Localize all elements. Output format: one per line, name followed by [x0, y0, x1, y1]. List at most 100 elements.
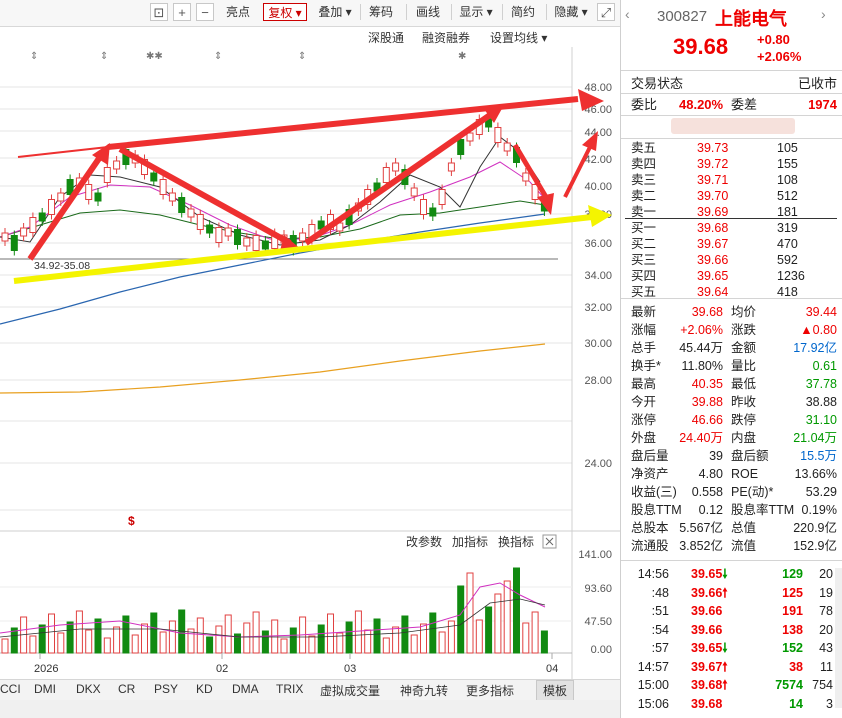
- book-row[interactable]: 卖三 39.71 108: [631, 172, 837, 189]
- tick-row[interactable]: 15:06 39.68 14 3: [629, 696, 833, 713]
- indicator-edit-button[interactable]: 改参数: [406, 534, 442, 549]
- toolbar-simple-button[interactable]: 简约: [506, 3, 540, 21]
- book-level-label: 卖二: [631, 189, 657, 203]
- candle-body: [206, 224, 214, 234]
- stat-label: 金额: [731, 341, 757, 355]
- tick-row[interactable]: 15:00 39.68🠕 7574 754: [629, 677, 833, 694]
- book-level-label: 买一: [631, 221, 657, 235]
- forward-icon[interactable]: ›: [821, 6, 826, 22]
- tick-scrollbar[interactable]: [835, 568, 842, 708]
- zoom-in-icon[interactable]: +: [173, 3, 191, 21]
- tab-psy[interactable]: PSY: [154, 682, 178, 696]
- tick-price: 39.65🠗: [691, 567, 728, 581]
- hk-connect-link[interactable]: 深股通: [368, 29, 404, 46]
- tab-dma[interactable]: DMA: [232, 682, 259, 696]
- margin-trading-link[interactable]: 融资融券: [422, 29, 470, 46]
- lock-icon[interactable]: ⊡: [150, 3, 168, 21]
- tick-volume: 14: [789, 696, 803, 711]
- stat-label: 净资产: [631, 467, 669, 481]
- stat-label: 收益(三): [631, 485, 677, 499]
- toolbar-display-button[interactable]: 显示 ▾: [455, 3, 497, 21]
- kline-chart[interactable]: 48.00 46.00 44.00 42.00 40.00 38.00 36.0…: [0, 47, 620, 679]
- toolbar-adjust-button[interactable]: 复权 ▾: [263, 3, 307, 21]
- stat-value: 24.40万: [679, 431, 723, 445]
- tab-dmi[interactable]: DMI: [34, 682, 56, 696]
- tab-template[interactable]: 模板: [536, 680, 575, 701]
- event-marker[interactable]: ⇕: [214, 51, 222, 62]
- book-volume: 1236: [777, 269, 805, 283]
- candle-body: [261, 240, 269, 250]
- back-icon[interactable]: ‹: [625, 6, 630, 22]
- tick-row[interactable]: 14:56 39.65🠗 129 20: [629, 566, 833, 583]
- range-label: 34.92-35.08: [34, 260, 90, 272]
- stats-table: 最新 39.68 均价 39.44 涨幅 +2.06% 涨跌 ▲0.80 总手 45.44万 金额 1…: [621, 300, 842, 558]
- toolbar-divider: [360, 4, 361, 20]
- fullscreen-icon[interactable]: ⤢: [597, 3, 615, 21]
- tab-more-indicators[interactable]: 更多指标: [466, 682, 514, 699]
- book-level-label: 买五: [631, 285, 657, 299]
- tick-row[interactable]: :57 39.65🠗 152 43: [629, 640, 833, 657]
- ma-settings-button[interactable]: 设置均线 ▾: [490, 29, 547, 46]
- stat-label: 外盘: [631, 431, 657, 445]
- book-row[interactable]: 买一 39.68 319: [631, 220, 837, 237]
- zoom-out-icon[interactable]: −: [196, 3, 214, 21]
- book-row[interactable]: 卖二 39.70 512: [631, 188, 837, 205]
- stat-value: 17.92亿: [793, 341, 837, 355]
- tab-virtual-volume[interactable]: 虚拟成交量: [320, 682, 380, 699]
- candle-body: [252, 235, 260, 251]
- volume-bars: [1, 567, 548, 654]
- book-row[interactable]: 买三 39.66 592: [631, 252, 837, 269]
- volume-bar: [1, 638, 9, 654]
- book-row[interactable]: 买四 39.65 1236: [631, 268, 837, 285]
- trade-status-value: 已收市: [797, 76, 837, 91]
- tab-cr[interactable]: CR: [118, 682, 135, 696]
- volume-bar: [196, 617, 204, 654]
- close-indicator-icon[interactable]: [542, 534, 557, 549]
- volume-bar: [410, 634, 418, 654]
- book-row[interactable]: 卖五 39.73 105: [631, 140, 837, 157]
- indicator-add-button[interactable]: 加指标: [452, 534, 488, 549]
- tick-price: 39.67🠕: [691, 659, 728, 674]
- toolbar-hide-button[interactable]: 隐藏 ▾: [550, 3, 592, 21]
- book-row[interactable]: 卖四 39.72 155: [631, 156, 837, 173]
- event-marker[interactable]: ⇕: [30, 51, 38, 62]
- toolbar-draw-button[interactable]: 画线: [411, 3, 445, 21]
- divider: [621, 298, 842, 299]
- event-marker[interactable]: ⇕: [298, 51, 306, 62]
- tab-trix[interactable]: TRIX: [276, 682, 303, 696]
- volume-bar: [224, 614, 232, 654]
- tab-cci[interactable]: CCI: [0, 682, 21, 696]
- volume-bar: [159, 631, 167, 654]
- tab-kd[interactable]: KD: [196, 682, 213, 696]
- indicator-switch-button[interactable]: 换指标: [498, 534, 534, 549]
- tick-row[interactable]: :54 39.66 138 20: [629, 622, 833, 639]
- event-marker[interactable]: ✱: [458, 51, 466, 62]
- stats-row: 股息TTM 0.12 股息率TTM 0.19%: [631, 502, 837, 519]
- tick-row[interactable]: :48 39.66🠕 125 19: [629, 585, 833, 602]
- candle-body: [38, 212, 46, 222]
- tab-magic-nine[interactable]: 神奇九转: [400, 682, 448, 699]
- event-marker[interactable]: ✱✱: [146, 51, 163, 62]
- book-row[interactable]: 买二 39.67 470: [631, 236, 837, 253]
- toolbar-chips-button[interactable]: 筹码: [364, 3, 398, 21]
- tick-volume: 152: [782, 641, 803, 655]
- toolbar-highlight-button[interactable]: 亮点: [220, 3, 256, 21]
- stat-value: 40.35: [691, 377, 723, 391]
- book-price: 39.68: [697, 221, 729, 235]
- order-ratio-value: 48.20%: [679, 97, 724, 112]
- tick-count: 11: [820, 659, 833, 674]
- price-axis-label: 32.00: [584, 302, 612, 314]
- volume-bar: [438, 631, 446, 654]
- chart-toolbar: ⊡ + − 亮点 复权 ▾ 叠加 ▾ 筹码 画线 显示 ▾ 简约 隐藏 ▾ ⤢: [0, 0, 620, 27]
- tick-list[interactable]: 14:56 39.65🠗 129 20 :48 39.66🠕 125 19:51 39.66 19…: [621, 562, 842, 718]
- toolbar-overlay-button[interactable]: 叠加 ▾: [314, 3, 356, 21]
- tick-row[interactable]: 14:57 39.67🠕 38 11: [629, 659, 833, 676]
- price-axis-label: 36.00: [584, 238, 612, 250]
- stat-label: 流通股: [631, 539, 669, 553]
- tab-dkx[interactable]: DKX: [76, 682, 101, 696]
- stat-label: 昨收: [731, 395, 757, 409]
- tick-row[interactable]: :51 39.66 191 78: [629, 603, 833, 620]
- stats-row: 最高 40.35 最低 37.78: [631, 376, 837, 393]
- ma-settings-label: 设置均线: [490, 31, 539, 45]
- event-marker[interactable]: ⇕: [100, 51, 108, 62]
